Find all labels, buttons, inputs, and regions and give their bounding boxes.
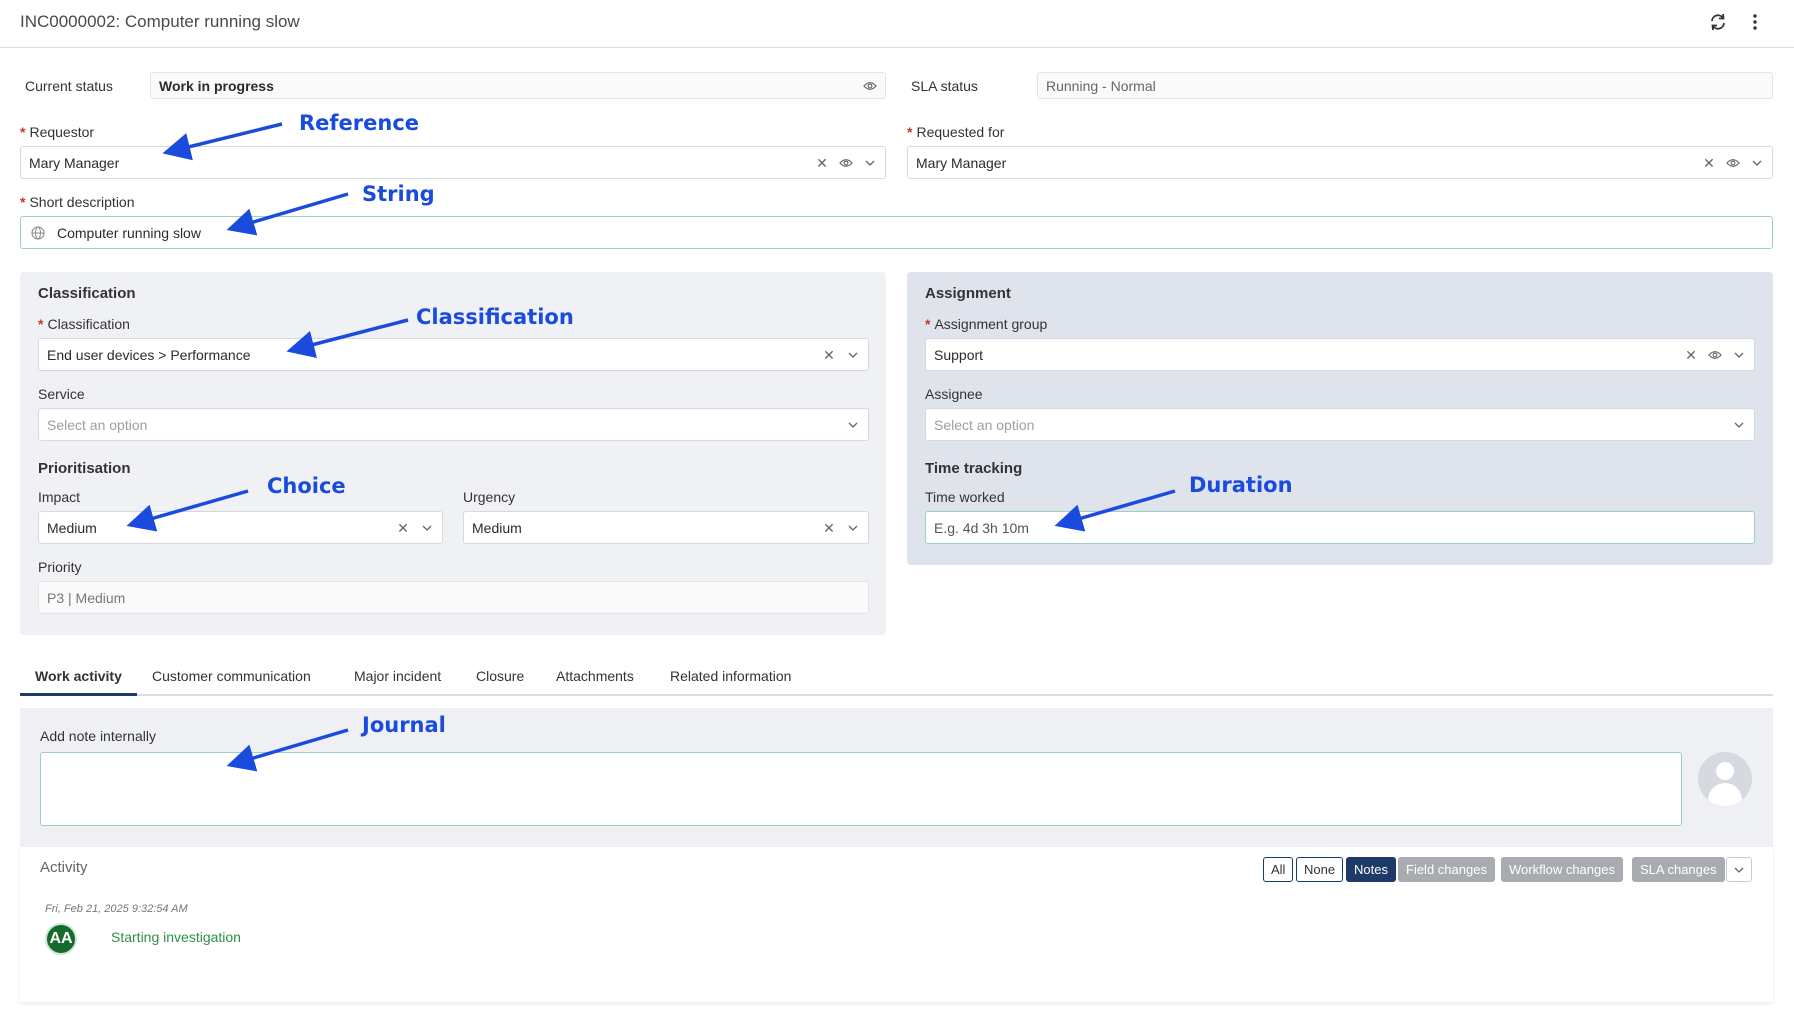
activity-entry-date: Fri, Feb 21, 2025 9:32:54 AM bbox=[45, 903, 188, 915]
sla-status-value: Running - Normal bbox=[1046, 77, 1156, 94]
filter-workflow-changes-button[interactable]: Workflow changes bbox=[1501, 857, 1623, 882]
clear-icon[interactable]: ✕ bbox=[396, 521, 410, 535]
tab-attachments[interactable]: Attachments bbox=[556, 668, 634, 684]
urgency-label: Urgency bbox=[463, 489, 516, 505]
priority-field: P3 | Medium bbox=[38, 581, 869, 614]
filter-dropdown-button[interactable] bbox=[1726, 857, 1752, 882]
service-label: Service bbox=[38, 386, 85, 402]
filter-sla-changes-button[interactable]: SLA changes bbox=[1632, 857, 1725, 882]
page-title: INC0000002: Computer running slow bbox=[20, 12, 300, 31]
clear-icon[interactable]: ✕ bbox=[822, 348, 836, 362]
user-avatar-icon bbox=[1698, 752, 1752, 806]
chevron-down-icon[interactable] bbox=[846, 418, 860, 432]
tab-work-activity[interactable]: Work activity bbox=[35, 668, 122, 684]
classification-label: Classification bbox=[38, 316, 129, 332]
clear-icon[interactable]: ✕ bbox=[822, 521, 836, 535]
time-worked-label: Time worked bbox=[925, 489, 1005, 505]
refresh-icon[interactable] bbox=[1707, 11, 1729, 33]
eye-icon[interactable] bbox=[839, 156, 853, 170]
chevron-down-icon[interactable] bbox=[420, 521, 434, 535]
chevron-down-icon[interactable] bbox=[846, 348, 860, 362]
current-status-value: Work in progress bbox=[159, 77, 274, 94]
tab-related-information[interactable]: Related information bbox=[670, 668, 791, 684]
requestor-label: Requestor bbox=[20, 124, 94, 140]
annotation-string: String bbox=[362, 182, 435, 206]
requestor-field[interactable]: Mary Manager ✕ bbox=[20, 146, 886, 179]
filter-field-changes-button[interactable]: Field changes bbox=[1398, 857, 1495, 882]
assignment-group-label: Assignment group bbox=[925, 316, 1047, 332]
active-tab-indicator bbox=[20, 693, 137, 696]
annotation-choice: Choice bbox=[267, 474, 346, 498]
prioritisation-section-title: Prioritisation bbox=[38, 460, 131, 477]
service-placeholder: Select an option bbox=[47, 416, 148, 433]
requested-for-field[interactable]: Mary Manager ✕ bbox=[907, 146, 1773, 179]
eye-icon[interactable] bbox=[1726, 156, 1740, 170]
classification-value: End user devices > Performance bbox=[47, 346, 251, 363]
tab-customer-communication[interactable]: Customer communication bbox=[152, 668, 311, 684]
annotation-duration: Duration bbox=[1189, 473, 1293, 497]
chevron-down-icon bbox=[1734, 867, 1744, 873]
time-worked-input[interactable]: E.g. 4d 3h 10m bbox=[925, 511, 1755, 544]
chevron-down-icon[interactable] bbox=[1732, 348, 1746, 362]
requested-for-label: Requested for bbox=[907, 124, 1004, 140]
priority-value: P3 | Medium bbox=[47, 589, 126, 606]
assignment-group-value: Support bbox=[934, 346, 984, 363]
activity-panel: Activity All None Notes Field changes Wo… bbox=[20, 847, 1773, 1002]
activity-title: Activity bbox=[40, 859, 88, 876]
annotation-reference: Reference bbox=[299, 111, 420, 135]
tab-major-incident[interactable]: Major incident bbox=[354, 668, 441, 684]
filter-all-button[interactable]: All bbox=[1263, 857, 1294, 882]
tab-closure[interactable]: Closure bbox=[476, 668, 524, 684]
urgency-select[interactable]: Medium ✕ bbox=[463, 511, 869, 544]
filter-notes-button[interactable]: Notes bbox=[1346, 857, 1396, 882]
current-status-field: Work in progress bbox=[150, 72, 886, 99]
add-note-label: Add note internally bbox=[40, 728, 156, 744]
impact-label: Impact bbox=[38, 489, 81, 505]
assignee-select[interactable]: Select an option bbox=[925, 408, 1755, 441]
requestor-value: Mary Manager bbox=[29, 154, 120, 171]
globe-icon[interactable] bbox=[31, 225, 45, 240]
time-worked-placeholder: E.g. 4d 3h 10m bbox=[934, 519, 1029, 536]
chevron-down-icon[interactable] bbox=[863, 156, 877, 170]
assignee-placeholder: Select an option bbox=[934, 416, 1035, 433]
classification-section-title: Classification bbox=[38, 285, 136, 302]
assignment-section-title: Assignment bbox=[925, 285, 1011, 302]
impact-select[interactable]: Medium ✕ bbox=[38, 511, 443, 544]
urgency-value: Medium bbox=[472, 519, 522, 536]
chevron-down-icon[interactable] bbox=[1732, 418, 1746, 432]
filter-none-button[interactable]: None bbox=[1296, 857, 1344, 882]
classification-field[interactable]: End user devices > Performance ✕ bbox=[38, 338, 869, 371]
annotation-classification: Classification bbox=[416, 305, 574, 329]
clear-icon[interactable]: ✕ bbox=[1702, 156, 1716, 170]
short-description-field[interactable]: Computer running slow bbox=[20, 216, 1773, 249]
eye-icon[interactable] bbox=[863, 79, 877, 93]
impact-value: Medium bbox=[47, 519, 97, 536]
assignment-group-field[interactable]: Support ✕ bbox=[925, 338, 1755, 371]
priority-label: Priority bbox=[38, 559, 82, 575]
avatar: AA bbox=[45, 923, 77, 955]
sla-status-label: SLA status bbox=[911, 78, 978, 94]
clear-icon[interactable]: ✕ bbox=[1684, 348, 1698, 362]
header: INC0000002: Computer running slow bbox=[0, 0, 1794, 48]
tab-bar: Work activity Customer communication Maj… bbox=[20, 658, 1773, 696]
journal-panel: Add note internally bbox=[20, 708, 1773, 847]
short-description-label: Short description bbox=[20, 194, 134, 210]
current-status-label: Current status bbox=[25, 78, 113, 94]
requested-for-value: Mary Manager bbox=[916, 154, 1007, 171]
assignee-label: Assignee bbox=[925, 386, 983, 402]
chevron-down-icon[interactable] bbox=[846, 521, 860, 535]
activity-entry-text: Starting investigation bbox=[111, 929, 241, 945]
add-note-textarea[interactable] bbox=[40, 752, 1682, 826]
more-options-icon[interactable] bbox=[1744, 11, 1766, 33]
clear-icon[interactable]: ✕ bbox=[815, 156, 829, 170]
eye-icon[interactable] bbox=[1708, 348, 1722, 362]
sla-status-field: Running - Normal bbox=[1037, 72, 1773, 99]
annotation-journal: Journal bbox=[362, 713, 446, 737]
service-select[interactable]: Select an option bbox=[38, 408, 869, 441]
short-description-value: Computer running slow bbox=[57, 224, 201, 241]
time-tracking-section-title: Time tracking bbox=[925, 460, 1023, 477]
chevron-down-icon[interactable] bbox=[1750, 156, 1764, 170]
